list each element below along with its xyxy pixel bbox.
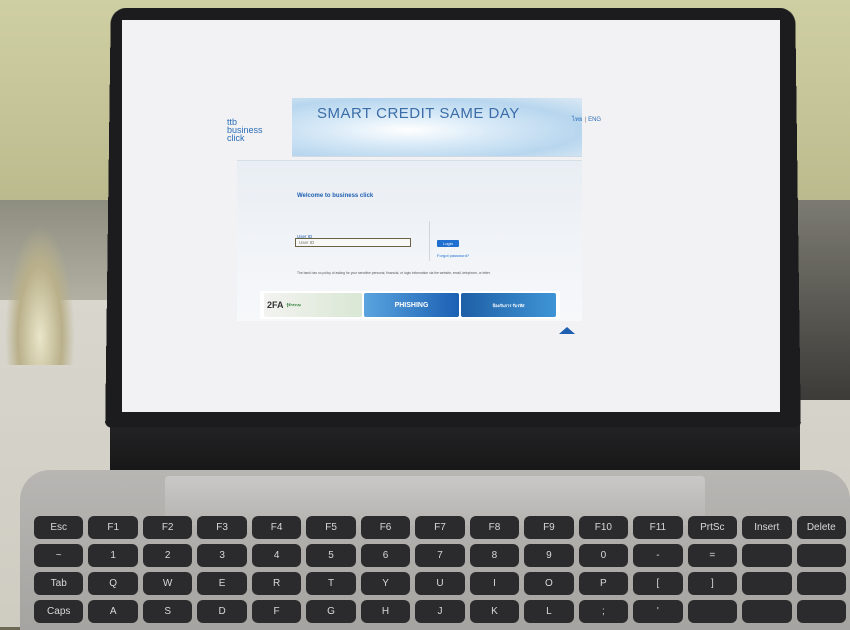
keyboard-key[interactable]: Insert (742, 516, 792, 539)
brand-line: click (227, 133, 245, 143)
forgot-password-link[interactable]: Forgot password? (437, 253, 469, 258)
banner-text: SMART CREDIT SAME DAY (317, 105, 520, 122)
keyboard-key[interactable]: 4 (251, 544, 302, 567)
keyboard-key[interactable]: P (578, 572, 629, 595)
keyboard-key[interactable]: ] (687, 572, 738, 595)
keyboard-key[interactable]: F4 (251, 516, 302, 539)
keyboard-key[interactable]: I (469, 572, 520, 595)
lang-separator: | (584, 117, 587, 123)
login-panel: Welcome to business click User ID Login … (237, 160, 582, 321)
keyboard-key[interactable]: T (306, 572, 356, 595)
promo-security[interactable]: ป้องกันการ รับรหัส (461, 293, 556, 317)
keyboard-key[interactable]: F6 (360, 516, 411, 539)
keyboard-key[interactable] (742, 600, 792, 623)
keyboard-key[interactable]: F (251, 600, 302, 623)
keyboard-key[interactable] (742, 544, 792, 567)
keyboard-key[interactable]: 2 (142, 544, 193, 567)
keyboard-key[interactable]: R (251, 572, 302, 595)
keyboard-key[interactable] (796, 572, 846, 595)
keyboard-key[interactable] (742, 572, 792, 595)
keyboard-key[interactable]: 7 (415, 544, 465, 567)
welcome-heading: Welcome to business click (297, 193, 374, 199)
keyboard-key[interactable]: U (415, 572, 465, 595)
keyboard-key[interactable]: Y (360, 572, 411, 595)
promo-2fa-tag: 2FA (267, 300, 284, 310)
keyboard-key[interactable]: Esc (34, 516, 84, 539)
keyboard-key[interactable]: Tab (34, 572, 84, 595)
keyboard-key[interactable]: J (415, 600, 465, 623)
keyboard-key[interactable]: F5 (306, 516, 356, 539)
promo-phishing-label: PHISHING (394, 301, 429, 309)
keyboard-key[interactable]: L (524, 600, 574, 623)
keyboard-key[interactable]: F2 (142, 516, 193, 539)
keyboard-key[interactable] (796, 600, 846, 623)
keyboard-key[interactable]: 8 (469, 544, 520, 567)
keyboard-key[interactable]: PrtSc (687, 516, 738, 539)
keyboard-key[interactable]: - (633, 544, 683, 567)
keyboard-key[interactable]: H (360, 600, 411, 623)
keyboard-key[interactable]: F10 (578, 516, 629, 539)
keyboard-key[interactable]: F1 (88, 516, 138, 539)
keyboard-key[interactable]: Q (88, 572, 138, 595)
lang-eng-link[interactable]: ENG (588, 117, 601, 123)
vertical-divider (429, 221, 430, 261)
keyboard-key[interactable]: = (687, 544, 738, 567)
keyboard-key[interactable]: A (88, 600, 138, 623)
keyboard-key[interactable]: 3 (197, 544, 247, 567)
keyboard-key[interactable]: 6 (360, 544, 411, 567)
keyboard-key[interactable]: S (142, 600, 193, 623)
keyboard-key[interactable]: F9 (524, 516, 574, 539)
promo-phishing[interactable]: PHISHING (364, 293, 459, 317)
keyboard-key[interactable]: 1 (88, 544, 138, 567)
promo-2fa-sub: รู้จักระบบ (286, 303, 301, 307)
keyboard-key[interactable]: [ (633, 572, 683, 595)
security-notice: The bank has no policy of asking for you… (297, 271, 491, 275)
keyboard-key[interactable]: ' (633, 600, 683, 623)
laptop-screen: ttb business click SMART CREDIT SAME DAY… (122, 20, 780, 412)
keyboard-key[interactable]: ; (578, 600, 629, 623)
promo-strip: 2FA รู้จักระบบ PHISHING ป้องกันการ รับรห… (260, 291, 560, 319)
ttb-logo[interactable]: ttb business click (227, 118, 263, 143)
keyboard-key[interactable]: D (197, 600, 247, 623)
keyboard-key[interactable]: F11 (633, 516, 683, 539)
keyboard-key[interactable]: K (469, 600, 520, 623)
header-banner: SMART CREDIT SAME DAY (292, 98, 582, 157)
promo-security-label: ป้องกันการ รับรหัส (492, 302, 525, 308)
keyboard-key[interactable]: O (524, 572, 574, 595)
keyboard-key[interactable]: 9 (524, 544, 574, 567)
keyboard-key[interactable]: 0 (578, 544, 629, 567)
lang-thai-link[interactable]: ไทย (572, 117, 583, 123)
keyboard-key[interactable]: Caps (34, 600, 84, 623)
keyboard-key[interactable]: F7 (415, 516, 465, 539)
keyboard-key[interactable] (796, 544, 846, 567)
keyboard-key[interactable]: G (306, 600, 356, 623)
language-switcher: ไทย | ENG (572, 114, 601, 124)
keyboard-key[interactable]: F3 (197, 516, 247, 539)
keyboard-key[interactable]: E (197, 572, 247, 595)
promo-2fa[interactable]: 2FA รู้จักระบบ (264, 293, 362, 317)
scroll-top-icon[interactable] (559, 327, 575, 334)
keyboard: Esc F1 F2 F3 F4 F5 F6 F7 F8 F9 F10 F11 PrtSc Insert De… (30, 512, 850, 627)
keyboard-key[interactable]: F8 (469, 516, 520, 539)
keyboard-key[interactable] (687, 600, 738, 623)
trophy-decoration (5, 225, 75, 365)
keyboard-key[interactable]: Delete (796, 516, 846, 539)
keyboard-key[interactable]: 5 (306, 544, 356, 567)
login-button[interactable]: Login (437, 240, 459, 247)
userid-input[interactable] (295, 238, 411, 247)
keyboard-key[interactable]: ~ (34, 544, 84, 567)
keyboard-key[interactable]: W (142, 572, 193, 595)
